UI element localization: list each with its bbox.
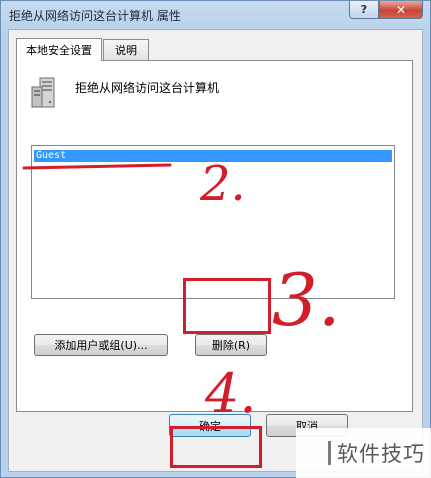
watermark-mark	[328, 441, 331, 465]
dialog-client-area: 本地安全设置 说明 拒绝从网络访问这台计算机 Guest 添加用户或组(U)..…	[8, 29, 423, 472]
title-bar: 拒绝从网络访问这台计算机 属性 ? ✕	[1, 1, 430, 29]
window-title: 拒绝从网络访问这台计算机 属性	[9, 9, 181, 23]
highlight-remove-box	[183, 278, 271, 334]
server-computer-icon	[31, 77, 55, 108]
watermark-text: 软件技巧	[337, 442, 425, 466]
add-user-or-group-button[interactable]: 添加用户或组(U)...	[34, 334, 168, 356]
help-icon: ?	[360, 3, 368, 16]
help-button[interactable]: ?	[349, 1, 379, 19]
tab-label: 本地安全设置	[26, 44, 92, 57]
remove-button[interactable]: 删除(R)	[195, 334, 267, 356]
close-button[interactable]: ✕	[379, 1, 423, 19]
close-icon: ✕	[395, 2, 407, 17]
user-group-list[interactable]: Guest	[31, 145, 395, 299]
tab-label: 说明	[115, 44, 137, 57]
tab-explain[interactable]: 说明	[103, 39, 149, 60]
highlight-ok-box	[170, 426, 262, 468]
properties-dialog: 拒绝从网络访问这台计算机 属性 ? ✕ 本地安全设置 说明 拒绝从网络访问这台计…	[0, 0, 431, 478]
tab-panel: 拒绝从网络访问这台计算机 Guest 添加用户或组(U)... 删除(R)	[16, 60, 413, 412]
tab-local-security-setting[interactable]: 本地安全设置	[16, 38, 102, 61]
watermark: 软件技巧	[296, 428, 431, 478]
policy-name: 拒绝从网络访问这台计算机	[75, 81, 220, 95]
list-item[interactable]: Guest	[34, 150, 392, 162]
